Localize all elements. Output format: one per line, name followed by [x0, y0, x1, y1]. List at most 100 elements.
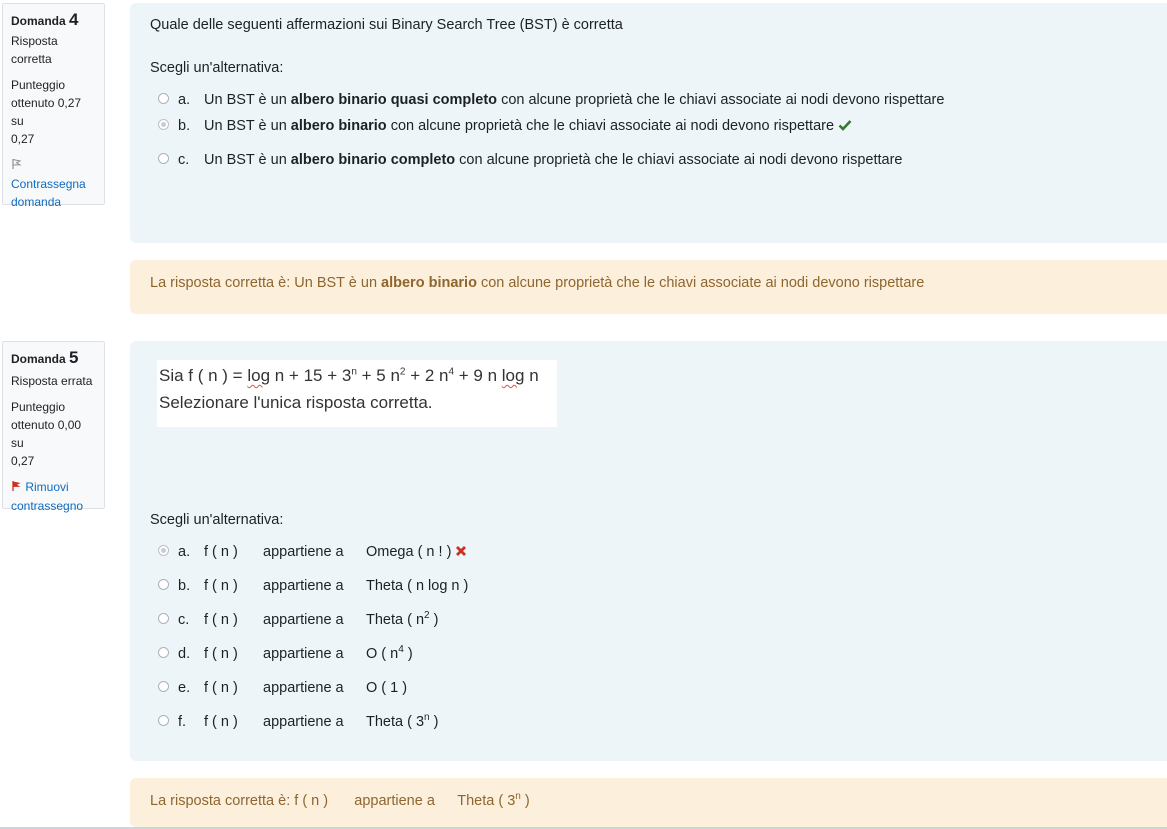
question-content-4: Quale delle seguenti affermazioni sui Bi…	[130, 3, 1167, 243]
option-letter: c.	[178, 152, 190, 168]
feedback-answer: )	[520, 793, 530, 809]
option-answer: )	[429, 612, 439, 628]
feedback-text: con alcune proprietà che le chiavi assoc…	[476, 275, 925, 291]
correct-answer-feedback-4: La risposta corretta è: Un BST è un albe…	[130, 260, 1167, 314]
feedback-relation: appartiene a	[354, 793, 435, 809]
option-relation: appartiene a	[263, 544, 344, 560]
question-text: Quale delle seguenti affermazioni sui Bi…	[150, 17, 623, 33]
formula-part: + 5 n	[356, 366, 400, 385]
option-text: Un BST è un	[204, 92, 291, 108]
option-answer: O ( 1 )	[366, 680, 408, 696]
option-letter: c.	[178, 612, 190, 628]
radio-button[interactable]	[158, 680, 169, 692]
radio-button[interactable]	[158, 152, 169, 164]
option-letter: b.	[178, 578, 191, 594]
question-grade: Punteggio ottenuto 0,27 su 0,27	[11, 76, 96, 148]
option-answer: )	[429, 714, 439, 730]
radio-button[interactable]	[158, 612, 169, 624]
option-function: f ( n )	[204, 544, 238, 560]
correct-answer-feedback-5: La risposta corretta è: f ( n ) appartien…	[130, 778, 1167, 827]
flag-label[interactable]: contrassegno	[11, 499, 83, 513]
answer-option-b[interactable]: b. Un BST è un albero binario con alcune …	[158, 115, 852, 137]
formula-part: + 9 n	[454, 366, 502, 385]
answer-option-c[interactable]: c. f ( n ) appartiene a Theta ( n2 )	[158, 609, 438, 631]
flag-outline-icon	[11, 157, 22, 175]
flag-question-link[interactable]: Contrassegna domanda	[11, 156, 96, 211]
question-instruction: Selezionare l'unica risposta corretta.	[159, 393, 433, 412]
answer-option-b[interactable]: b. f ( n ) appartiene a Theta ( n log n )	[158, 575, 468, 597]
answer-option-e[interactable]: e. f ( n ) appartiene a O ( 1 )	[158, 677, 407, 699]
option-text: Un BST è un	[204, 152, 291, 168]
question-grade: Punteggio ottenuto 0,00 su 0,27	[11, 398, 96, 470]
option-letter: d.	[178, 646, 191, 662]
option-answer: Omega ( n ! )	[366, 544, 452, 560]
formula-part: n + 15 + 3	[270, 366, 352, 385]
answer-option-f[interactable]: f. f ( n ) appartiene a Theta ( 3n )	[158, 711, 438, 733]
answer-prompt: Scegli un'alternativa:	[150, 60, 284, 76]
option-answer: Theta ( n	[366, 612, 425, 628]
formula-part: + 2 n	[405, 366, 449, 385]
option-function: f ( n )	[204, 578, 238, 594]
question-number-value: 4	[69, 10, 79, 29]
grade-line: ottenuto 0,00 su	[11, 418, 82, 450]
feedback-text: La risposta corretta è:	[150, 793, 295, 809]
option-text: con alcune proprietà che le chiavi assoc…	[497, 92, 945, 108]
radio-button[interactable]	[158, 714, 169, 726]
option-relation: appartiene a	[263, 646, 344, 662]
option-text: Un BST è un	[204, 118, 291, 134]
option-relation: appartiene a	[263, 578, 344, 594]
flag-label[interactable]: domanda	[11, 195, 61, 209]
radio-button[interactable]	[158, 646, 169, 658]
cross-icon	[455, 544, 467, 560]
option-answer: Theta ( n log n )	[366, 578, 469, 594]
question-number-value: 5	[69, 348, 79, 367]
question-label: Domanda	[11, 352, 66, 366]
flag-red-icon	[11, 479, 22, 497]
radio-button[interactable]	[158, 578, 169, 590]
option-relation: appartiene a	[263, 680, 344, 696]
feedback-text: La risposta corretta è: Un BST è un	[150, 275, 382, 291]
unflag-question-link[interactable]: Rimuovi contrassegno	[11, 478, 96, 515]
option-answer: O ( n	[366, 646, 399, 662]
grade-line: Punteggio	[11, 78, 66, 92]
formula-part: log	[247, 366, 271, 385]
option-answer: )	[403, 646, 413, 662]
option-text-bold: albero binario quasi completo	[290, 92, 498, 108]
grade-line: 0,27	[11, 132, 35, 146]
radio-button-selected[interactable]	[158, 118, 169, 130]
radio-button[interactable]	[158, 92, 169, 104]
option-relation: appartiene a	[263, 612, 344, 628]
question-number: Domanda 5	[11, 349, 96, 368]
grade-line: ottenuto 0,27 su	[11, 96, 82, 128]
question-content-5: Sia f ( n ) = log n + 15 + 3n + 5 n2 + 2…	[130, 341, 1167, 761]
question-state: Risposta corretta	[11, 32, 96, 68]
question-label: Domanda	[11, 14, 66, 28]
option-relation: appartiene a	[263, 714, 344, 730]
check-icon	[838, 118, 852, 134]
option-letter: b.	[178, 118, 191, 134]
question-formula: Sia f ( n ) = log n + 15 + 3n + 5 n2 + 2…	[159, 366, 539, 386]
answer-prompt: Scegli un'alternativa:	[150, 512, 284, 528]
option-text-bold: albero binario	[290, 118, 387, 134]
feedback-function: f ( n )	[294, 793, 329, 809]
option-text-bold: albero binario completo	[290, 152, 456, 168]
option-function: f ( n )	[204, 646, 238, 662]
answer-option-a[interactable]: a. Un BST è un albero binario quasi compl…	[158, 89, 944, 111]
option-function: f ( n )	[204, 714, 238, 730]
option-function: f ( n )	[204, 612, 238, 628]
state-line: Risposta	[11, 34, 58, 48]
grade-line: 0,27	[11, 454, 35, 468]
feedback-text-bold: albero binario	[381, 275, 477, 291]
option-text: con alcune proprietà che le chiavi assoc…	[455, 152, 903, 168]
option-letter: f.	[178, 714, 187, 730]
answer-option-c[interactable]: c. Un BST è un albero binario completo co…	[158, 149, 903, 171]
radio-button-selected[interactable]	[158, 544, 169, 556]
option-answer: Theta ( 3	[366, 714, 425, 730]
option-letter: a.	[178, 544, 191, 560]
question-state: Risposta errata	[11, 374, 93, 388]
answer-option-d[interactable]: d. f ( n ) appartiene aO ( n4 )	[158, 643, 413, 665]
flag-label[interactable]: Rimuovi	[25, 480, 68, 494]
answer-option-a[interactable]: a. f ( n ) appartiene a Omega ( n ! )	[158, 541, 467, 563]
option-letter: a.	[178, 92, 191, 108]
flag-label[interactable]: Contrassegna	[11, 177, 86, 191]
